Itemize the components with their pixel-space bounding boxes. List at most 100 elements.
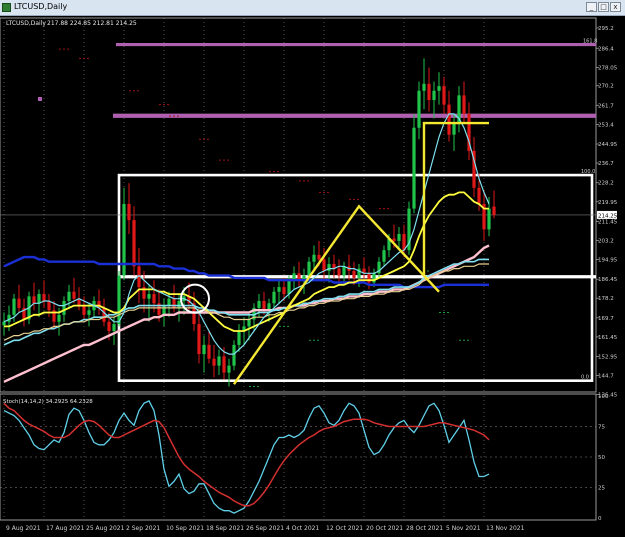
candle-body <box>437 86 441 91</box>
current-price-label: 214.25 <box>598 213 618 219</box>
time-tick-label: 2 Sep 2021 <box>126 525 160 532</box>
moving-average-line <box>3 113 490 355</box>
candle-body <box>172 298 176 308</box>
candle-body <box>222 356 226 373</box>
candle-body <box>37 294 41 304</box>
price-tick-label: 203.2 <box>598 238 614 244</box>
candle-body <box>82 305 86 315</box>
candle-body <box>392 238 396 241</box>
candle-body <box>487 208 491 230</box>
chart-canvas[interactable]: 9 Aug 2021 17 Aug 2021 25 Aug 2021 2 Sep 20… <box>0 0 625 537</box>
main-plot-frame <box>0 17 597 393</box>
candle-body <box>307 261 311 276</box>
moving-average-line <box>3 258 489 346</box>
candle-body <box>287 280 291 295</box>
candle-body <box>162 305 166 315</box>
candle-body <box>67 291 71 301</box>
candle-body <box>167 298 171 306</box>
time-tick-label: 26 Sep 2021 <box>246 525 284 532</box>
candle-body <box>477 187 481 204</box>
candle-body <box>102 307 106 322</box>
candle-body <box>177 300 181 308</box>
fib-level-label: 161.8 <box>583 39 597 45</box>
candle-body <box>32 296 36 304</box>
stoch-tick-label: 25 <box>598 486 605 492</box>
time-tick-label: 12 Oct 2021 <box>326 525 363 532</box>
candle-body <box>322 259 326 271</box>
time-tick-label: 5 Nov 2021 <box>446 525 481 532</box>
candle-body <box>492 206 496 215</box>
price-tick-label: 270.2 <box>598 84 614 90</box>
candle-body <box>207 344 211 359</box>
candle-body <box>17 298 21 308</box>
close-button[interactable]: x <box>610 2 621 12</box>
candle-body <box>107 321 111 332</box>
candle-body <box>202 344 206 355</box>
candle-body <box>247 319 251 327</box>
candle-body <box>212 358 216 366</box>
candle-body <box>127 203 131 221</box>
price-tick-label: 178.2 <box>598 296 614 302</box>
window-title: LTCUSD,Daily <box>14 2 68 11</box>
candle-body <box>72 291 76 299</box>
candle-body <box>57 314 61 322</box>
candle-body <box>447 104 451 135</box>
price-tick-label: 253.4 <box>598 122 614 128</box>
candle-body <box>117 275 121 325</box>
candle-body <box>152 294 156 304</box>
candle-body <box>132 220 136 267</box>
candle-body <box>432 90 436 101</box>
candle-body <box>337 268 341 276</box>
candle-body <box>282 287 286 295</box>
candle-body <box>367 273 371 283</box>
candle-body <box>217 356 221 366</box>
candle-body <box>372 273 376 283</box>
price-tick-label: 161.45 <box>598 335 618 341</box>
candle-body <box>442 86 446 105</box>
time-tick-label: 13 Nov 2021 <box>486 525 525 532</box>
candle-body <box>232 344 236 366</box>
candle-body <box>42 294 46 301</box>
chart-app-icon <box>2 3 11 12</box>
candle-body <box>7 314 11 322</box>
candle-body <box>342 266 346 276</box>
candle-body <box>427 83 431 101</box>
price-tick-label: 211.45 <box>598 219 618 225</box>
price-tick-label: 228.2 <box>598 181 614 187</box>
price-tick-label: 194.95 <box>598 258 618 264</box>
candle-body <box>272 291 276 304</box>
candle-body <box>197 324 201 355</box>
candle-body <box>412 127 416 209</box>
time-tick-label: 4 Oct 2021 <box>286 525 319 532</box>
time-tick-label: 28 Oct 2021 <box>406 525 443 532</box>
price-tick-label: 169.7 <box>598 316 614 322</box>
stoch-label: Stoch(14,14,2) 34.2925 64.2328 <box>3 399 93 405</box>
time-tick-label: 10 Sep 2021 <box>166 525 204 532</box>
box-level-label: 0.0 <box>581 375 589 381</box>
price-tick-label: 219.95 <box>598 200 618 206</box>
price-tick-label: 152.95 <box>598 355 618 361</box>
candle-body <box>227 365 231 373</box>
maximize-button[interactable]: □ <box>598 2 609 12</box>
candle-body <box>62 300 66 315</box>
ohlc-readout: 217.88 224.85 212.81 214.25 <box>47 20 137 27</box>
candle-body <box>257 300 261 308</box>
candle-body <box>2 321 6 326</box>
candle-body <box>417 90 421 128</box>
title-bar[interactable]: LTCUSD,Daily _ □ x <box>0 0 625 16</box>
price-tick-label: 261.7 <box>598 103 614 109</box>
stoch-tick-label: 100 <box>598 394 609 400</box>
candle-body <box>262 300 266 311</box>
candle-body <box>147 294 151 299</box>
candle-body <box>452 123 456 135</box>
chart-window: 9 Aug 2021 17 Aug 2021 25 Aug 2021 2 Sep 20… <box>0 0 625 537</box>
price-tick-label: 244.95 <box>598 142 618 148</box>
stoch-tick-label: 50 <box>598 455 605 461</box>
time-tick-label: 18 Sep 2021 <box>206 525 244 532</box>
price-tick-label: 236.7 <box>598 161 614 167</box>
candle-body <box>12 298 16 315</box>
candle-body <box>382 250 386 262</box>
minimize-button[interactable]: _ <box>586 2 597 12</box>
price-tick-label: 144.7 <box>598 374 614 380</box>
price-tick-label: 186.45 <box>598 277 618 283</box>
